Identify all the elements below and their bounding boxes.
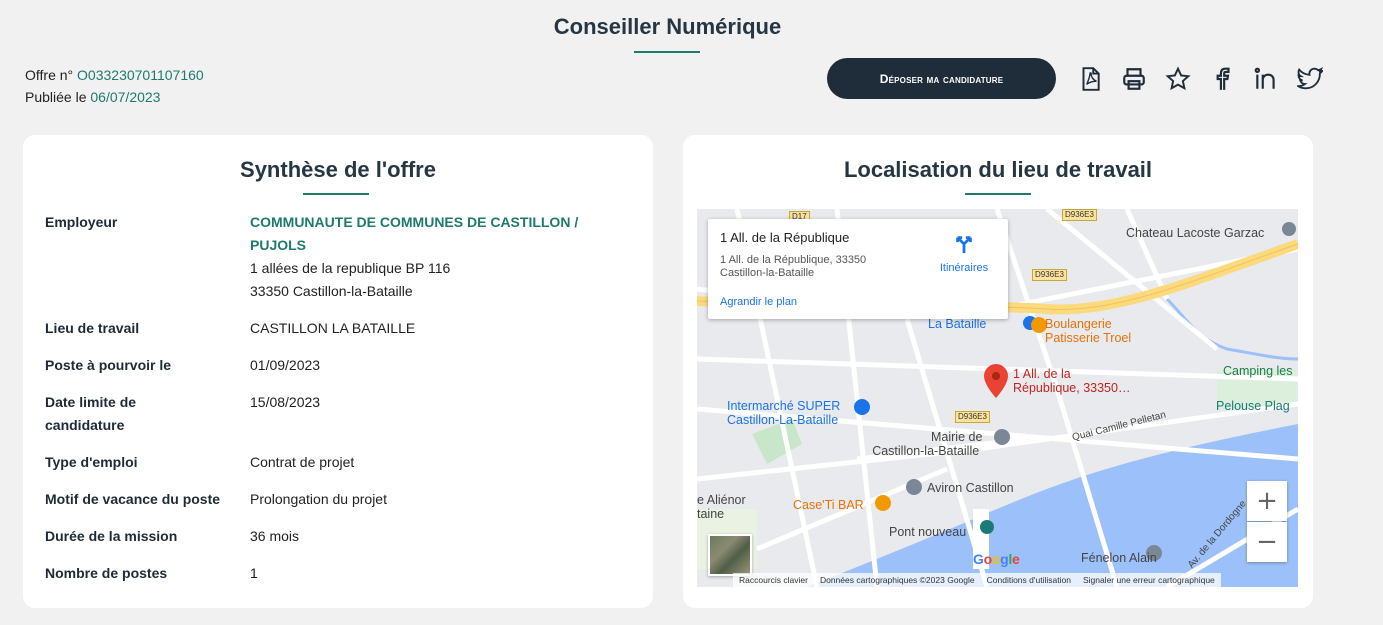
map-label-alienor: e Aliénor taine [697,493,746,521]
mairie-line1: Mairie de [931,430,983,444]
marker-line1: 1 All. de la [1013,367,1071,381]
terms-link[interactable]: Conditions d'utilisation [980,573,1077,587]
row-value: 36 mois [250,528,300,544]
map-label-mairie: Mairie de Castillon-la-Bataille [872,430,983,458]
enlarge-map-link[interactable]: Agrandir le plan [720,296,797,308]
facebook-icon[interactable] [1200,63,1244,95]
offer-number-label: Offre n° [25,67,74,83]
print-icon[interactable] [1112,63,1156,95]
summary-row-deadline: Date limite de candidature 15/08/2023 [45,391,635,437]
summary-row-positions: Nombre de postes 1 [45,562,635,585]
map-label-caseti: Case'Ti BAR [793,498,864,512]
marker-line2: République, 33350… [1013,381,1131,395]
summary-row-employer: Employeur COMMUNAUTE DE COMMUNES DE CAST… [45,211,635,303]
map-label-fenelon: Fénelon Alain [1081,551,1157,565]
offer-summary-card: Synthèse de l'offre Employeur COMMUNAUTE… [23,135,653,608]
employer-address-line1: 1 allées de la republique BP 116 [250,260,451,276]
offer-published: Publiée le 06/07/2023 [25,86,204,108]
info-title: 1 All. de la République [720,230,850,245]
title-underline [634,51,700,53]
map-label-boulangerie: Boulangerie Patisserie Troel [1045,317,1131,345]
apply-button[interactable]: Déposer ma candidature [827,58,1056,99]
directions-label: Itinéraires [939,262,989,274]
row-label: Type d'emploi [45,454,138,470]
google-logo: Google [973,551,1020,567]
report-error-link[interactable]: Signaler une erreur cartographique [1076,573,1221,587]
intermarche-line2: Castillon-La-Bataille [727,413,839,427]
satellite-toggle[interactable] [708,534,752,576]
map[interactable]: D17 D936E3 D936E3 D936E3 Chateau Lacoste… [697,209,1298,587]
map-label-la-bataille: La Bataille [928,317,987,331]
twitter-icon[interactable] [1288,63,1332,95]
row-value: 01/09/2023 [250,357,321,373]
road-badge: D936E3 [1062,209,1097,221]
row-label: Nombre de postes [45,565,168,581]
row-value: CASTILLON LA BATAILLE [250,320,416,336]
location-title-underline [965,193,1031,195]
action-icons [1068,63,1332,95]
offer-number-value: O033230701107160 [77,67,204,83]
map-info-window: 1 All. de la République 1 All. de la Rép… [708,219,1008,319]
offer-number: Offre n° O033230701107160 [25,64,204,86]
star-icon[interactable] [1156,63,1200,95]
map-label-camping: Camping les [1223,364,1293,378]
page-title: Conseiller Numérique [553,14,782,39]
summary-row-work-place: Lieu de travail CASTILLON LA BATAILLE [45,317,635,340]
map-label-aviron: Aviron Castillon [927,481,1014,495]
row-value: Contrat de projet [250,454,355,470]
alienor-line2: taine [697,507,725,521]
keyboard-shortcuts-link[interactable]: Raccourcis clavier [733,573,814,587]
linkedin-icon[interactable] [1244,63,1288,95]
location-title: Localisation du lieu de travail [843,157,1153,182]
info-address-line2: Castillon-la-Bataille [720,267,815,279]
intermarche-line1: Intermarché SUPER [727,399,841,413]
mairie-line2: Castillon-la-Bataille [872,444,980,458]
row-label: Lieu de travail [45,320,140,336]
zoom-in-button[interactable]: + [1247,481,1287,521]
summary-row-vacancy-reason: Motif de vacance du poste Prolongation d… [45,488,635,511]
summary-row-job-type: Type d'emploi Contrat de projet [45,451,635,474]
summary-rows: Employeur COMMUNAUTE DE COMMUNES DE CAST… [45,211,635,599]
offer-published-label: Publiée le [25,89,87,105]
summary-title-underline [303,193,369,195]
boulangerie-line1: Boulangerie [1045,317,1112,331]
summary-row-start-date: Poste à pourvoir le 01/09/2023 [45,354,635,377]
pdf-icon[interactable] [1068,63,1112,95]
location-card: Localisation du lieu de travail D17 D936… [683,135,1313,608]
boulangerie-line2: Patisserie Troel [1045,331,1132,345]
map-attribution: Raccourcis clavier Données cartographiqu… [697,573,1298,587]
row-value: 1 [250,565,258,581]
offer-published-date: 06/07/2023 [90,89,161,105]
info-address: 1 All. de la République, 33350 Castillon… [720,254,866,280]
employer-name: COMMUNAUTE DE COMMUNES DE CASTILLON / PU… [250,214,579,253]
summary-row-duration: Durée de la mission 36 mois [45,525,635,548]
row-value: COMMUNAUTE DE COMMUNES DE CASTILLON / PU… [250,211,635,303]
directions-icon [956,236,972,254]
row-label: Employeur [45,214,118,230]
apply-button-label: Déposer ma candidature [879,71,1004,86]
info-address-line1: 1 All. de la République, 33350 [720,254,867,266]
summary-title: Synthèse de l'offre [240,157,436,182]
row-label: Poste à pourvoir le [45,357,172,373]
map-data-credit: Données cartographiques ©2023 Google [813,573,981,587]
map-label-pelouse: Pelouse Plag [1216,399,1290,413]
road-badge: D936E3 [1032,269,1067,281]
zoom-out-button[interactable]: − [1247,522,1287,562]
row-label: Motif de vacance du poste [45,491,221,507]
directions-button[interactable]: Itinéraires [934,233,994,274]
map-label-intermarche: Intermarché SUPER Castillon-La-Bataille [727,399,840,427]
row-label: Durée de la mission [45,528,178,544]
alienor-line1: e Aliénor [697,493,746,507]
road-badge: D936E3 [955,411,990,423]
row-value: 15/08/2023 [250,394,321,410]
row-label: Date limite de candidature [45,394,137,433]
map-label-chateau: Chateau Lacoste Garzac [1126,226,1265,240]
employer-address-line2: 33350 Castillon-la-Bataille [250,283,413,299]
row-value: Prolongation du projet [250,491,387,507]
offer-meta: Offre n° O033230701107160 Publiée le 06/… [25,64,204,108]
map-label-marker: 1 All. de la République, 33350… [1013,367,1130,395]
map-label-pont: Pont nouveau [889,525,967,539]
